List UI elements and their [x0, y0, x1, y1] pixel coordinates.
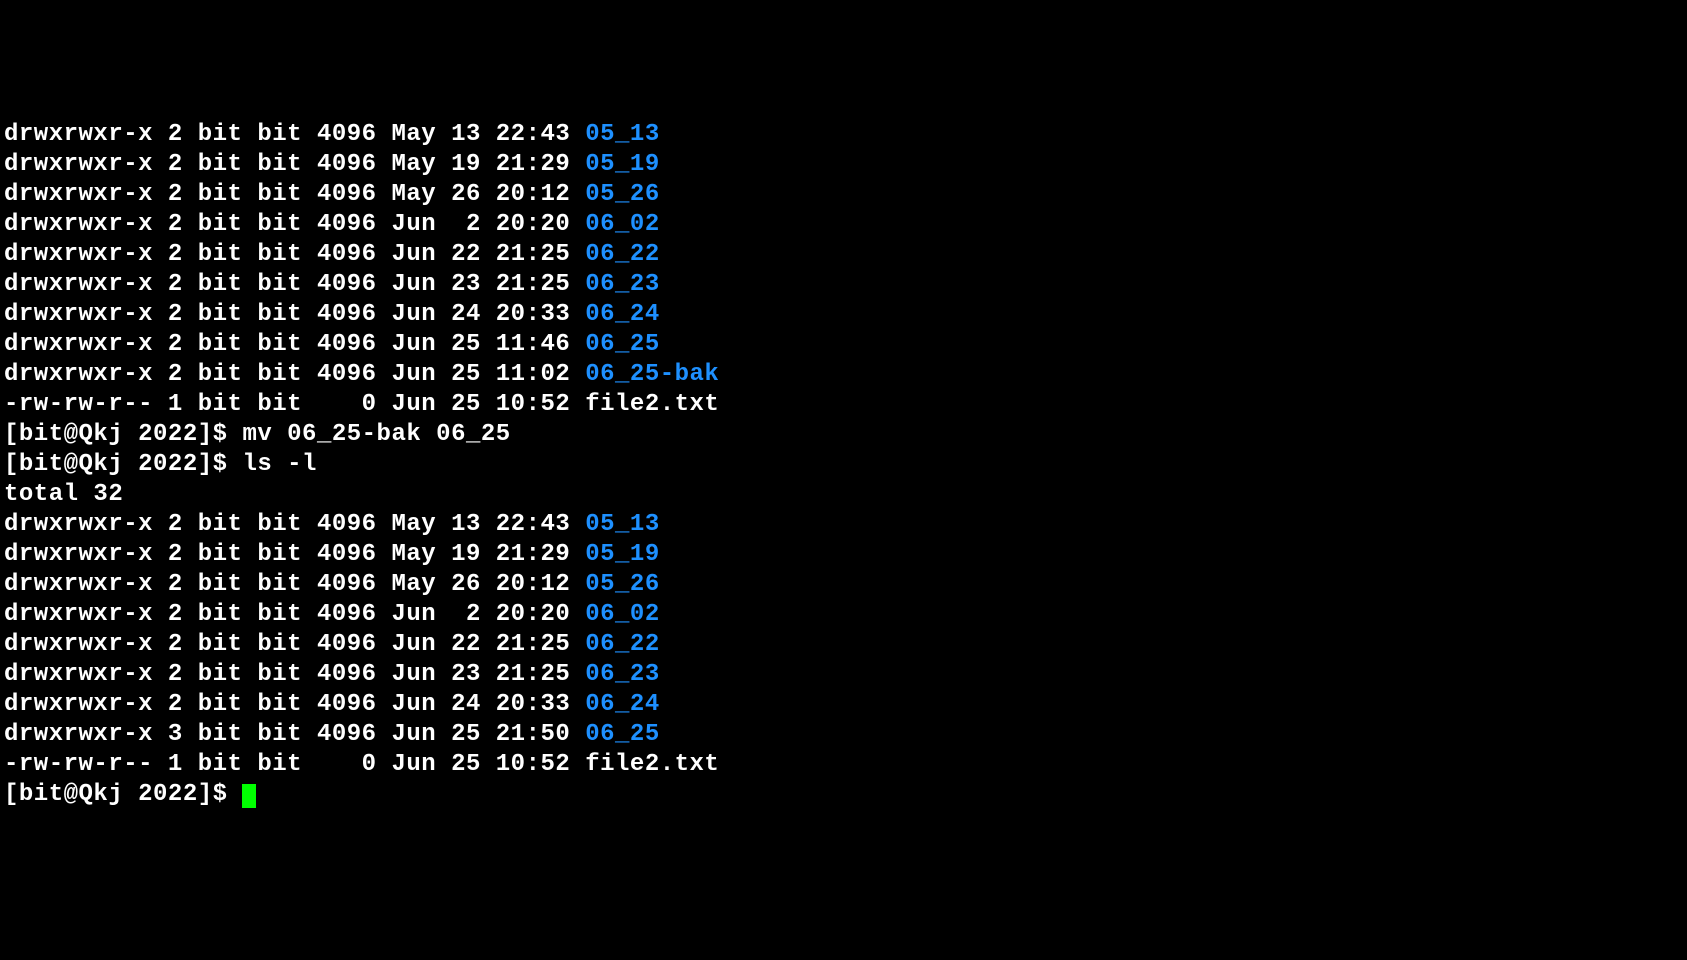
ls-row: -rw-rw-r-- 1 bit bit 0 Jun 25 10:52 file…	[4, 390, 1683, 420]
ls-row: drwxrwxr-x 2 bit bit 4096 Jun 25 11:02 0…	[4, 360, 1683, 390]
ls-row: drwxrwxr-x 2 bit bit 4096 May 19 21:29 0…	[4, 150, 1683, 180]
directory-name: 06_25-bak	[585, 361, 719, 388]
total-line: total 32	[4, 480, 1683, 510]
ls-row: drwxrwxr-x 2 bit bit 4096 May 19 21:29 0…	[4, 540, 1683, 570]
directory-name: 06_25	[585, 331, 660, 358]
command-text: ls -l	[242, 451, 317, 478]
command-text: mv 06_25-bak 06_25	[242, 421, 510, 448]
ls-row: drwxrwxr-x 2 bit bit 4096 Jun 2 20:20 06…	[4, 210, 1683, 240]
ls-row: drwxrwxr-x 2 bit bit 4096 May 26 20:12 0…	[4, 570, 1683, 600]
prompt-prefix: [bit@Qkj 2022]$	[4, 451, 242, 478]
ls-row: drwxrwxr-x 2 bit bit 4096 Jun 22 21:25 0…	[4, 240, 1683, 270]
directory-name: 05_19	[585, 151, 660, 178]
ls-row: drwxrwxr-x 2 bit bit 4096 May 13 22:43 0…	[4, 510, 1683, 540]
prompt-line: [bit@Qkj 2022]$ mv 06_25-bak 06_25	[4, 420, 1683, 450]
ls-row: drwxrwxr-x 2 bit bit 4096 Jun 2 20:20 06…	[4, 600, 1683, 630]
directory-name: 06_02	[585, 601, 660, 628]
file-name: file2.txt	[585, 751, 719, 778]
directory-name: 06_25	[585, 721, 660, 748]
ls-row: drwxrwxr-x 2 bit bit 4096 May 26 20:12 0…	[4, 180, 1683, 210]
ls-row: drwxrwxr-x 2 bit bit 4096 Jun 25 11:46 0…	[4, 330, 1683, 360]
terminal-output[interactable]: drwxrwxr-x 2 bit bit 4096 May 13 22:43 0…	[0, 120, 1687, 810]
cursor-icon	[242, 784, 256, 808]
directory-name: 05_13	[585, 511, 660, 538]
directory-name: 06_02	[585, 211, 660, 238]
file-name: file2.txt	[585, 391, 719, 418]
directory-name: 05_26	[585, 571, 660, 598]
prompt-line[interactable]: [bit@Qkj 2022]$	[4, 780, 1683, 810]
directory-name: 05_19	[585, 541, 660, 568]
ls-row: drwxrwxr-x 2 bit bit 4096 May 13 22:43 0…	[4, 120, 1683, 150]
directory-name: 06_24	[585, 301, 660, 328]
ls-row: drwxrwxr-x 2 bit bit 4096 Jun 22 21:25 0…	[4, 630, 1683, 660]
prompt-line: [bit@Qkj 2022]$ ls -l	[4, 450, 1683, 480]
directory-name: 06_22	[585, 241, 660, 268]
ls-row: drwxrwxr-x 2 bit bit 4096 Jun 23 21:25 0…	[4, 270, 1683, 300]
directory-name: 05_26	[585, 181, 660, 208]
prompt-prefix: [bit@Qkj 2022]$	[4, 781, 242, 808]
directory-name: 06_23	[585, 661, 660, 688]
directory-name: 06_23	[585, 271, 660, 298]
ls-row: -rw-rw-r-- 1 bit bit 0 Jun 25 10:52 file…	[4, 750, 1683, 780]
directory-name: 06_24	[585, 691, 660, 718]
directory-name: 06_22	[585, 631, 660, 658]
ls-row: drwxrwxr-x 2 bit bit 4096 Jun 23 21:25 0…	[4, 660, 1683, 690]
ls-row: drwxrwxr-x 2 bit bit 4096 Jun 24 20:33 0…	[4, 300, 1683, 330]
directory-name: 05_13	[585, 121, 660, 148]
ls-row: drwxrwxr-x 2 bit bit 4096 Jun 24 20:33 0…	[4, 690, 1683, 720]
prompt-prefix: [bit@Qkj 2022]$	[4, 421, 242, 448]
